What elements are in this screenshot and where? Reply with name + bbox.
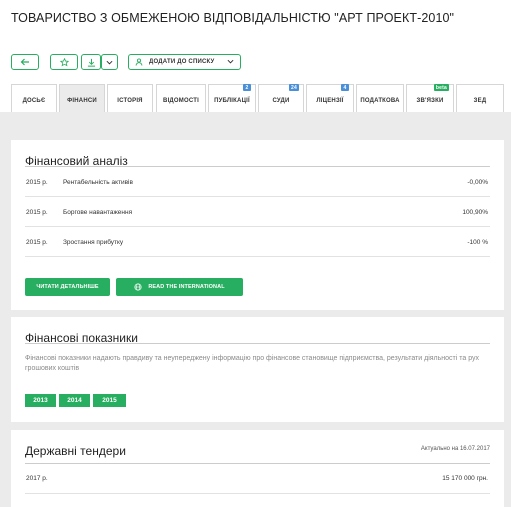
tab-tax[interactable]: ПОДАТКОВА [356,84,404,112]
tab-label: ЗВ'ЯЗКИ [416,97,444,104]
tab-badge: 2 [243,84,251,91]
row-year: 2015 р. [26,209,48,216]
row-year: 2015 р. [26,179,48,186]
tab-courts[interactable]: СУДИ 24 [258,84,304,112]
tab-finance[interactable]: ФІНАНСИ [59,84,105,112]
row-label: Боргове навантаження [63,209,133,216]
card-title: Фінансові показники [25,317,490,345]
tab-label: СУДИ [272,97,290,104]
read-details-label: ЧИТАТИ ДЕТАЛЬНІШЕ [36,284,99,290]
year-button-2013[interactable]: 2013 [25,394,56,407]
back-button[interactable] [11,54,39,70]
row-value: -0,00% [467,179,488,186]
row-year: 2017 р. [26,475,48,482]
read-international-label: READ THE INTERNATIONAL [148,284,225,290]
tab-publications[interactable]: ПУБЛІКАЦІЇ 2 [208,84,256,112]
tab-label: ЗЕД [473,97,487,104]
row-value: -100 % [467,239,488,246]
row-label: Рентабельність активів [63,179,133,186]
read-international-button[interactable]: READ THE INTERNATIONAL [116,278,243,296]
row-year: 2015 р. [26,239,48,246]
tab-bar: ДОСЬЄ ФІНАНСИ ІСТОРІЯ ВІДОМОСТІ ПУБЛІКАЦ… [0,84,511,112]
add-to-list-label: ДОДАТИ ДО СПИСКУ [149,59,215,65]
tab-label: ЛІЦЕНЗІЇ [316,97,344,104]
table-row: 2015 р. Боргове навантаження 100,90% [25,197,490,227]
favorite-button[interactable] [50,54,78,70]
year-button-2015[interactable]: 2015 [93,394,126,407]
card-title: Фінансовий аналіз [25,140,490,168]
tab-dosie[interactable]: ДОСЬЄ [11,84,57,112]
tab-label: ПУБЛІКАЦІЇ [214,97,250,104]
user-icon [135,58,143,66]
read-details-button[interactable]: ЧИТАТИ ДЕТАЛЬНІШЕ [25,278,110,296]
chevron-down-icon [106,60,113,65]
tab-zed[interactable]: ЗЕД [456,84,504,112]
chevron-down-icon [227,59,234,64]
description-text: Фінансові показники надають правдиву та … [25,355,480,372]
tab-licenses[interactable]: ЛІЦЕНЗІЇ 4 [306,84,354,112]
row-value: 100,90% [462,209,488,216]
row-label: Зростання прибутку [63,239,124,246]
download-icon [87,58,96,67]
updated-date: Актуально на 16.07.2017 [420,446,490,452]
tab-badge: 24 [289,84,299,91]
download-options-button[interactable] [101,54,118,70]
star-icon [59,57,69,67]
table-row: 2015 р. Рентабельність активів -0,00% [25,167,490,197]
tab-label: ПОДАТКОВА [360,97,400,104]
year-button-2014[interactable]: 2014 [59,394,90,407]
add-to-list-dropdown[interactable]: ДОДАТИ ДО СПИСКУ [128,54,241,70]
tab-label: ІСТОРІЯ [117,97,143,104]
financial-analysis-card: Фінансовий аналіз 2015 р. Рентабельність… [11,140,504,310]
table-row: 2017 р. 15 170 000 грн. [25,464,490,494]
tab-label: ДОСЬЄ [22,97,46,104]
tab-label: ВІДОМОСТІ [163,97,199,104]
arrow-left-icon [20,58,30,66]
tenders-card: Державні тендери Актуально на 16.07.2017… [11,430,504,507]
tab-history[interactable]: ІСТОРІЯ [107,84,153,112]
tab-badge: beta [433,84,449,91]
table-row: 2015 р. Зростання прибутку -100 % [25,227,490,257]
tab-info[interactable]: ВІДОМОСТІ [156,84,206,112]
tab-connections[interactable]: ЗВ'ЯЗКИ beta [406,84,454,112]
globe-icon [134,283,142,291]
tab-badge: 4 [341,84,349,91]
company-title: ТОВАРИСТВО З ОБМЕЖЕНОЮ ВІДПОВІДАЛЬНІСТЮ … [11,11,455,25]
tab-label: ФІНАНСИ [67,97,97,104]
financial-indicators-card: Фінансові показники Фінансові показники … [11,317,504,422]
row-value: 15 170 000 грн. [442,475,488,482]
download-button[interactable] [81,54,101,70]
